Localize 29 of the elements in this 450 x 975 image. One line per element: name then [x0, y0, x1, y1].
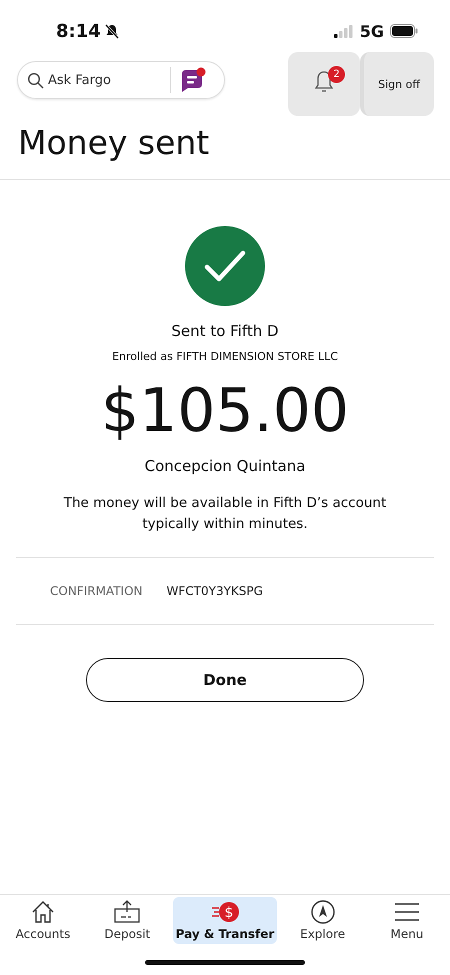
home-icon: [30, 899, 56, 925]
search-field[interactable]: Ask Fargo: [48, 72, 166, 88]
tab-bar-item[interactable]: Menu: [368, 897, 446, 944]
tab-bar-item[interactable]: $ Pay & Transfer: [172, 897, 278, 944]
payer-name: Concepcion Quintana: [144, 457, 306, 475]
check-icon: [185, 226, 265, 306]
availability-message: The money will be available in Fifth D’s account typically within minutes.: [62, 494, 388, 534]
sign-off-button[interactable]: Sign off: [360, 52, 434, 116]
amount-text: $105.00: [100, 375, 350, 447]
notifications-button[interactable]: 2: [288, 52, 360, 116]
chat-logo-icon[interactable]: [179, 66, 207, 94]
muted-bell-icon: [104, 23, 120, 39]
compass-icon: [310, 899, 336, 925]
network-label: 5G: [360, 22, 384, 40]
enrolled-text: Enrolled as FIFTH DIMENSION STORE LLC: [112, 350, 338, 363]
clock-time: 8:14: [56, 20, 101, 42]
signal-icon: [334, 24, 354, 38]
search-icon: [27, 72, 44, 88]
deposit-icon: [113, 899, 142, 925]
done-button[interactable]: Done: [86, 658, 364, 702]
tab-bar-item[interactable]: Deposit: [88, 897, 166, 944]
recipient-text: Sent to Fifth D: [171, 322, 279, 340]
confirmation-label: CONFIRMATION: [50, 584, 143, 598]
page-title: Money sent: [18, 123, 210, 164]
notification-count-badge: 2: [328, 66, 345, 83]
tab-bar-item[interactable]: Explore: [284, 897, 362, 944]
battery-icon: [390, 24, 418, 38]
confirmation-number: WFCT0Y3YKSPG: [166, 584, 263, 598]
tab-bar-item[interactable]: Accounts: [4, 897, 82, 944]
